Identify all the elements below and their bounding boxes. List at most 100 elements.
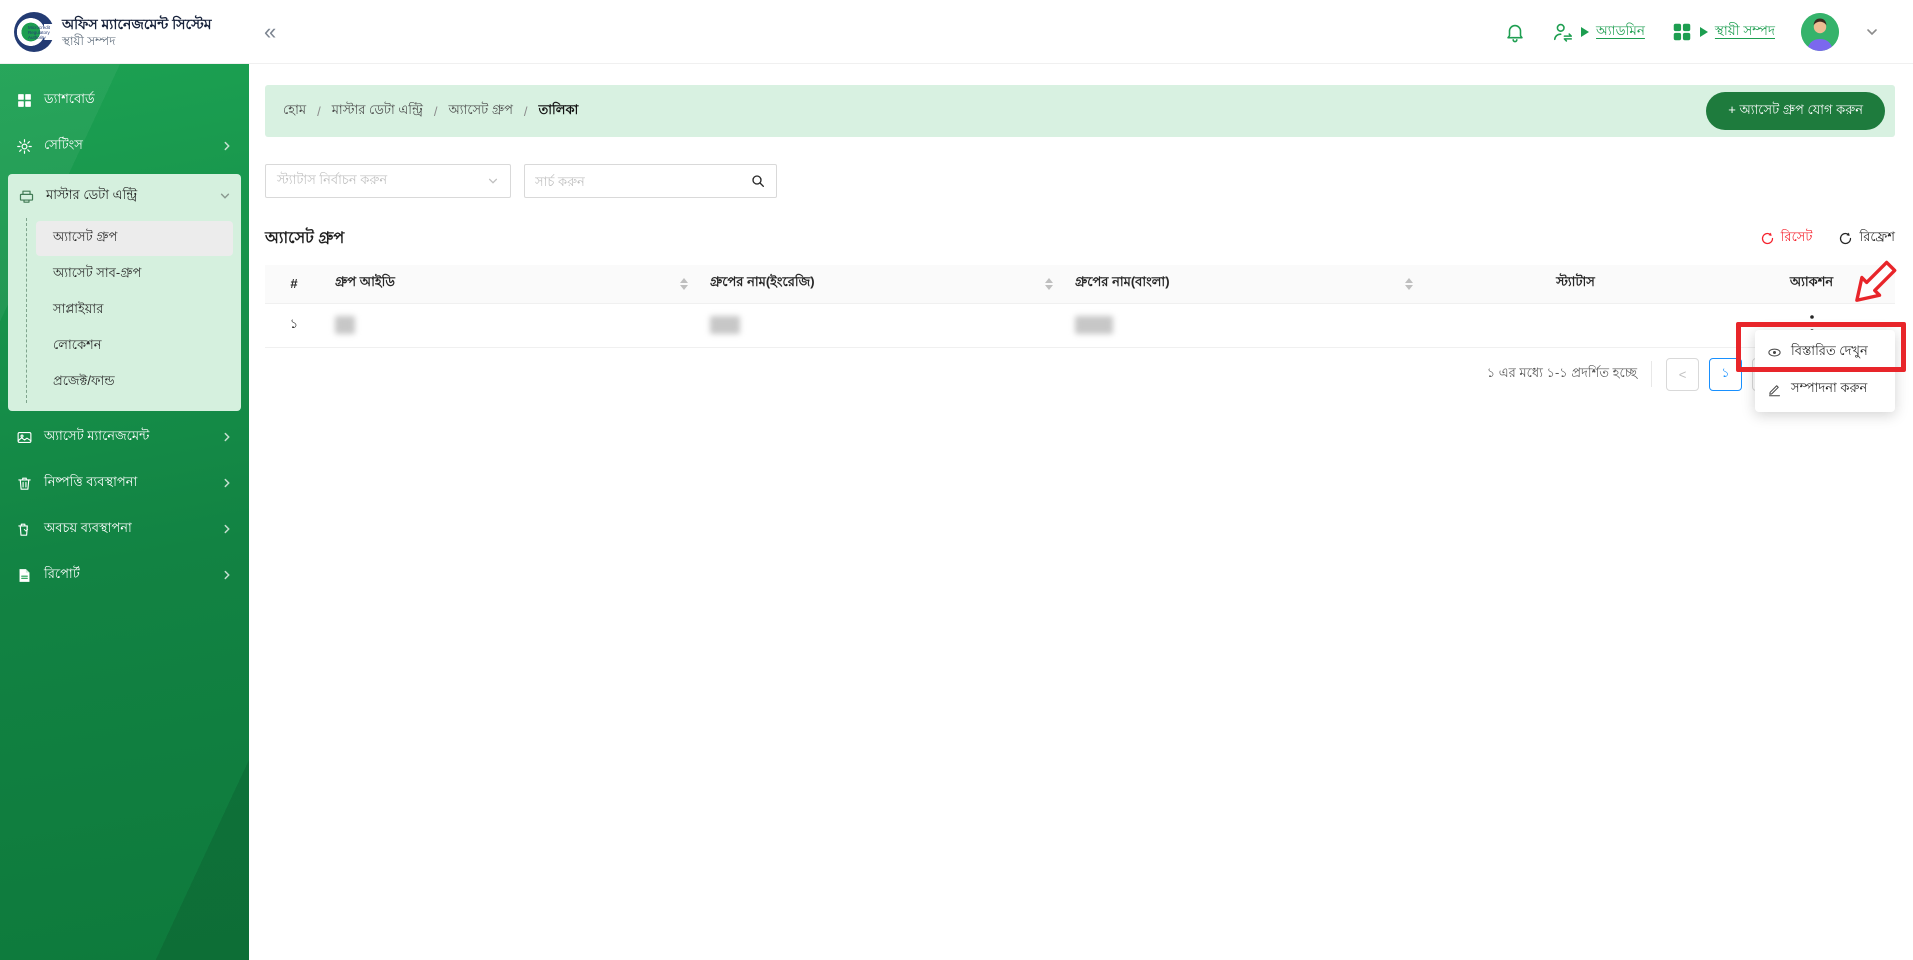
sort-icons[interactable] — [680, 277, 688, 290]
col-label: গ্রুপ আইডি — [335, 274, 395, 290]
mra-logo-icon: Microcredit Regulatory Authority — [14, 11, 56, 52]
pencil-icon — [1769, 385, 1780, 397]
table-header-row: # গ্রুপ আইডি গ্রুপের নাম(ইংরেজি) গ্রুপের… — [265, 265, 1895, 304]
refresh-button[interactable]: রিফ্রেশ — [1838, 228, 1895, 249]
chevron-right-icon — [224, 478, 230, 488]
app-title-block: অফিস ম্যানেজমেন্ট সিস্টেম স্থায়ী সম্পদ — [62, 15, 212, 49]
main-content: হোম / মাস্টার ডেটা এন্ট্রি / অ্যাসেট গ্র… — [249, 64, 1913, 960]
col-label: গ্রুপের নাম(ইংরেজি) — [710, 274, 815, 290]
pagination-divider — [1651, 361, 1652, 387]
breadcrumb-band: হোম / মাস্টার ডেটা এন্ট্রি / অ্যাসেট গ্র… — [265, 85, 1895, 137]
breadcrumb-current: তালিকা — [538, 101, 579, 117]
pagination-page-1-button[interactable]: ১ — [1709, 357, 1742, 391]
sort-down-icon — [680, 284, 688, 290]
app-logo: Microcredit Regulatory Authority অফিস ম্… — [14, 11, 242, 52]
sidebar-item-label: সেটিংস — [44, 136, 83, 152]
col-group-name-bn[interactable]: গ্রুপের নাম(বাংলা) — [1063, 265, 1423, 304]
pagination: ১ এর মধ্যে ১-১ প্রদর্শিত হচ্ছে < ১ > — [265, 348, 1895, 391]
table-title: অ্যাসেট গ্রুপ — [265, 230, 345, 247]
breadcrumb-separator: / — [317, 103, 321, 119]
sidebar: ড্যাশবোর্ড সেটিংস মাস্টার ডেটা এন্ট্রি অ… — [0, 64, 249, 960]
sort-icons[interactable] — [1045, 277, 1053, 290]
breadcrumb-home[interactable]: হোম — [283, 101, 306, 122]
caret-right-icon — [1699, 26, 1708, 37]
table-tools: রিসেট রিফ্রেশ — [1760, 228, 1895, 249]
chevron-right-icon — [224, 570, 230, 580]
page: Microcredit Regulatory Authority অফিস ম্… — [0, 0, 1913, 960]
sort-up-icon — [1045, 277, 1053, 283]
data-entry-icon — [19, 190, 34, 203]
role-switch: অ্যাডমিন — [1552, 20, 1645, 43]
sidebar-group-master-data-entry: মাস্টার ডেটা এন্ট্রি অ্যাসেট গ্রুপ অ্যাস… — [8, 174, 241, 411]
reset-button[interactable]: রিসেট — [1760, 228, 1812, 249]
module-switch: স্থায়ী সম্পদ — [1671, 20, 1775, 43]
sidebar-item-disposal-management[interactable]: নিষ্পত্তি ব্যবস্থাপনা — [0, 463, 249, 503]
sidebar-item-label: অবচয় ব্যবস্থাপনা — [44, 519, 132, 535]
breadcrumb: হোম / মাস্টার ডেটা এন্ট্রি / অ্যাসেট গ্র… — [283, 101, 578, 122]
select-chevron-down-icon — [488, 178, 498, 184]
row-actions-dropdown: বিস্তারিত দেখুন সম্পাদনা করুন — [1755, 330, 1895, 412]
sidebar-subitem-supplier[interactable]: সাপ্লাইয়ার — [36, 293, 233, 328]
sidebar-item-report[interactable]: রিপোর্ট — [0, 555, 249, 595]
sidebar-item-depreciation-management[interactable]: অবচয় ব্যবস্থাপনা — [0, 509, 249, 549]
admin-link[interactable]: অ্যাডমিন — [1596, 20, 1645, 43]
refresh-label: রিফ্রেশ — [1859, 229, 1895, 244]
pagination-prev-button[interactable]: < — [1666, 357, 1699, 391]
sidebar-subitem-project-fund[interactable]: প্রজেক্ট/ফান্ড — [36, 365, 233, 400]
chevron-down-icon — [220, 193, 230, 199]
col-label: গ্রুপের নাম(বাংলা) — [1075, 274, 1170, 290]
menu-item-edit[interactable]: সম্পাদনা করুন — [1755, 371, 1895, 408]
sidebar-item-label: মাস্টার ডেটা এন্ট্রি — [46, 186, 138, 202]
asset-management-icon — [17, 431, 32, 443]
chevron-right-icon — [224, 432, 230, 442]
sort-up-icon — [680, 277, 688, 283]
breadcrumb-asset-group[interactable]: অ্যাসেট গ্রুপ — [449, 101, 513, 122]
user-avatar[interactable] — [1801, 12, 1839, 51]
sidebar-item-label: নিষ্পত্তি ব্যবস্থাপনা — [44, 473, 138, 489]
redacted-name-bn — [1075, 316, 1113, 334]
notification-bell-icon[interactable] — [1504, 21, 1526, 43]
redacted-group-id — [335, 316, 355, 334]
chevron-down-icon[interactable] — [1865, 25, 1879, 39]
reset-icon — [1761, 232, 1773, 245]
apps-grid-icon[interactable] — [1671, 21, 1693, 43]
breadcrumb-separator: / — [433, 103, 438, 119]
top-header: Microcredit Regulatory Authority অফিস ম্… — [0, 0, 1913, 64]
menu-item-label: বিস্তারিত দেখুন — [1791, 343, 1868, 358]
sort-up-icon — [1405, 277, 1413, 283]
search-icon[interactable] — [750, 173, 766, 189]
sidebar-collapse-icon[interactable]: « — [264, 20, 276, 42]
sidebar-item-dashboard[interactable]: ড্যাশবোর্ড — [0, 80, 249, 120]
cell-serial: ১ — [265, 303, 323, 348]
report-icon — [19, 568, 30, 582]
col-status: স্ট্যাটাস — [1423, 265, 1728, 304]
header-actions: অ্যাডমিন স্থায়ী সম্পদ — [1504, 12, 1879, 51]
eye-icon — [1768, 348, 1781, 357]
chevron-right-icon — [224, 524, 230, 534]
sidebar-subitem-asset-sub-group[interactable]: অ্যাসেট সাব-গ্রুপ — [36, 257, 233, 292]
sidebar-subitem-location[interactable]: লোকেশন — [36, 329, 233, 364]
sort-icons[interactable] — [1405, 277, 1413, 290]
module-link[interactable]: স্থায়ী সম্পদ — [1715, 20, 1775, 43]
col-group-id[interactable]: গ্রুপ আইডি — [323, 265, 698, 304]
col-action: অ্যাকশন — [1728, 265, 1895, 304]
status-select[interactable]: স্ট্যাটাস নির্বাচন করুন — [265, 164, 511, 198]
refresh-icon — [1840, 232, 1852, 245]
sidebar-item-label: রিপোর্ট — [44, 565, 80, 581]
sidebar-item-asset-management[interactable]: অ্যাসেট ম্যানেজমেন্ট — [0, 417, 249, 457]
add-asset-group-button[interactable]: + অ্যাসেট গ্রুপ যোগ করুন — [1706, 92, 1885, 130]
breadcrumb-master-data-entry[interactable]: মাস্টার ডেটা এন্ট্রি — [332, 101, 423, 122]
filter-bar: স্ট্যাটাস নির্বাচন করুন — [265, 164, 1895, 198]
search-input[interactable] — [535, 173, 742, 189]
caret-right-icon — [1581, 26, 1590, 37]
redacted-name-en — [710, 316, 740, 334]
gear-icon — [17, 138, 32, 154]
sidebar-item-settings[interactable]: সেটিংস — [0, 126, 249, 166]
menu-item-view-details[interactable]: বিস্তারিত দেখুন — [1755, 334, 1895, 371]
user-switch-icon[interactable] — [1552, 21, 1574, 43]
sidebar-item-master-data-entry[interactable]: মাস্টার ডেটা এন্ট্রি — [8, 174, 241, 218]
asset-group-table: # গ্রুপ আইডি গ্রুপের নাম(ইংরেজি) গ্রুপের… — [265, 265, 1895, 348]
table-toolbar: অ্যাসেট গ্রুপ রিসেট রিফ্রেশ — [265, 225, 1895, 252]
sidebar-subitem-asset-group[interactable]: অ্যাসেট গ্রুপ — [36, 221, 233, 256]
col-group-name-en[interactable]: গ্রুপের নাম(ইংরেজি) — [698, 265, 1063, 304]
